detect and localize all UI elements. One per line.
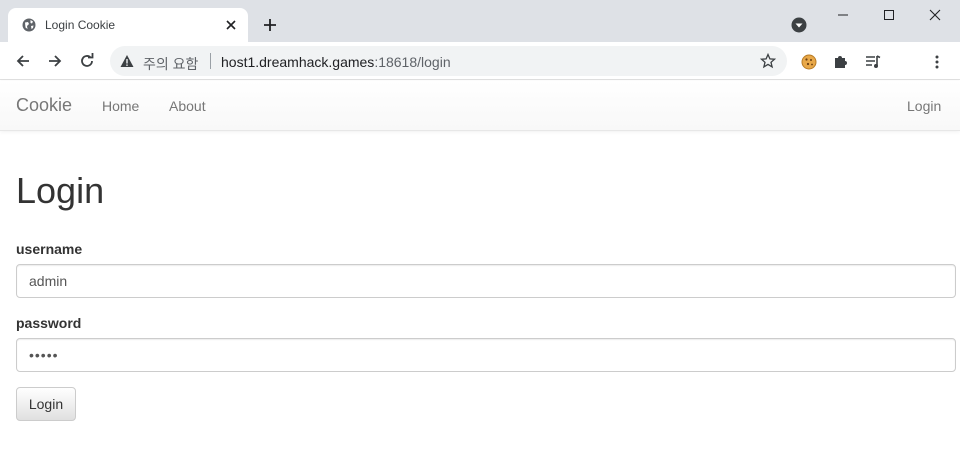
media-icon[interactable]: [864, 53, 882, 71]
close-icon: [929, 9, 941, 21]
puzzle-icon[interactable]: [832, 53, 850, 71]
minimize-icon: [838, 14, 848, 16]
close-icon[interactable]: [224, 18, 238, 32]
cookie-icon[interactable]: [800, 53, 818, 71]
minimize-button[interactable]: [820, 0, 866, 30]
url-path: :18618/login: [374, 54, 451, 70]
menu-icon[interactable]: [928, 53, 946, 71]
site-navbar: Cookie Home About Login: [0, 81, 960, 131]
forward-icon[interactable]: [46, 52, 64, 70]
security-separator: [210, 53, 211, 69]
window-close-button[interactable]: [912, 0, 958, 30]
page-title: Login: [16, 170, 105, 211]
reload-icon[interactable]: [78, 52, 96, 70]
warning-icon[interactable]: [120, 54, 134, 68]
browser-tab[interactable]: Login Cookie: [8, 8, 248, 42]
address-bar[interactable]: 주의 요함 host1.dreamhack.games:18618/login: [110, 46, 787, 76]
maximize-button[interactable]: [866, 0, 912, 30]
username-input[interactable]: [16, 264, 956, 298]
nav-link-login[interactable]: Login: [907, 98, 941, 114]
tab-title: Login Cookie: [45, 18, 116, 32]
browser-toolbar: 주의 요함 host1.dreamhack.games:18618/login: [0, 42, 960, 80]
star-icon[interactable]: [760, 53, 776, 69]
nav-link-home[interactable]: Home: [102, 98, 139, 114]
profile-icon[interactable]: [791, 17, 807, 33]
maximize-icon: [884, 10, 894, 20]
plus-icon[interactable]: [262, 17, 278, 33]
username-label: username: [16, 241, 83, 257]
back-icon[interactable]: [14, 52, 32, 70]
url-host: host1.dreamhack.games: [221, 54, 375, 70]
password-input[interactable]: [16, 338, 956, 372]
url-text[interactable]: host1.dreamhack.games:18618/login: [221, 54, 451, 70]
login-button[interactable]: Login: [16, 387, 76, 421]
browser-titlebar: Login Cookie: [0, 0, 960, 42]
navbar-brand[interactable]: Cookie: [16, 95, 72, 116]
nav-link-about[interactable]: About: [169, 98, 206, 114]
globe-icon: [22, 18, 36, 32]
password-label: password: [16, 315, 82, 331]
security-label[interactable]: 주의 요함: [143, 54, 198, 74]
